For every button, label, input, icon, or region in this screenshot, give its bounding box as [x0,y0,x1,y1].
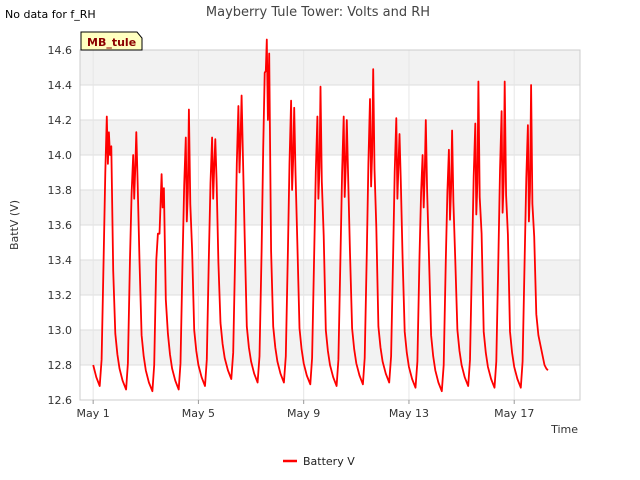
y-tick-label: 13.0 [48,324,73,337]
chart-canvas: No data for f_RH Mayberry Tule Tower: Vo… [5,5,581,468]
legend: Battery V [283,455,355,468]
x-tick-label: May 1 [77,407,110,420]
y-axis: 12.6 12.8 13.0 13.2 13.4 13.6 13.8 14.0 14.2 14.4… [48,44,73,407]
y-tick-label: 14.0 [48,149,73,162]
x-tick-label: May 17 [494,407,534,420]
x-tick-label: May 13 [389,407,429,420]
nodata-note: No data for f_RH [5,8,96,21]
y-tick-label: 13.6 [48,219,73,232]
x-axis: May 1 May 5 May 9 May 13 May 17 [77,400,534,420]
y-tick-label: 13.2 [48,289,73,302]
plot-band [80,50,580,85]
y-tick-label: 14.2 [48,114,73,127]
x-axis-label: Time [550,423,578,436]
station-badge: MB_tule [80,31,143,51]
y-axis-label: BattV (V) [8,200,21,250]
x-tick-label: May 9 [287,407,320,420]
y-tick-label: 13.4 [48,254,73,267]
y-tick-label: 12.6 [48,394,73,407]
y-tick-label: 13.8 [48,184,73,197]
plot-band [80,190,580,225]
legend-label: Battery V [303,455,355,468]
badge-label: MB_tule [87,36,136,49]
y-tick-label: 12.8 [48,359,73,372]
y-tick-label: 14.4 [48,79,73,92]
y-tick-label: 14.6 [48,44,73,57]
chart-title: Mayberry Tule Tower: Volts and RH [206,5,430,20]
x-tick-label: May 5 [182,407,215,420]
